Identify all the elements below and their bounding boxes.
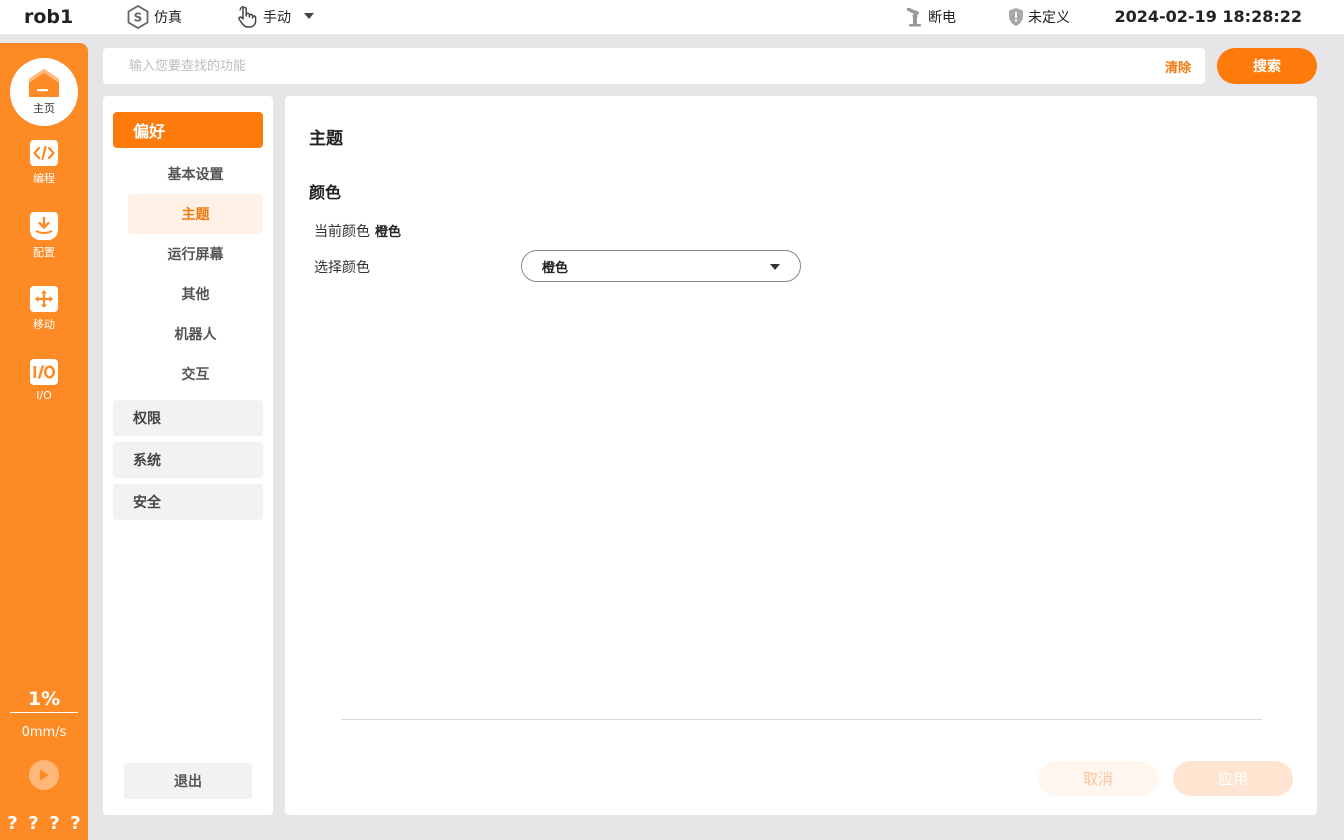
- caret-down-icon: [770, 264, 780, 270]
- settings-menu: 偏好 基本设置 主题 运行屏幕 其他 机器人 交互 权限 系统 安全 退出: [103, 96, 273, 815]
- hand-pointer-icon: [238, 5, 257, 28]
- cancel-button[interactable]: 取消: [1038, 761, 1158, 796]
- simulation-label: 仿真: [154, 10, 182, 26]
- current-color-label: 当前颜色: [314, 224, 370, 240]
- menu-item-interaction[interactable]: 交互: [128, 354, 263, 394]
- color-select-value: 橙色: [542, 260, 569, 276]
- search-box: 清除: [103, 48, 1205, 84]
- footer-divider: [341, 719, 1262, 720]
- io-icon: [30, 359, 58, 385]
- page-title: 主题: [309, 129, 343, 149]
- exit-button[interactable]: 退出: [124, 763, 252, 799]
- current-color-value: 橙色: [375, 225, 402, 240]
- robot-name: rob1: [24, 6, 74, 28]
- home-icon: [29, 69, 59, 97]
- search-input[interactable]: [103, 48, 1143, 84]
- section-title: 颜色: [309, 183, 342, 202]
- status-mark: ?: [70, 813, 81, 834]
- menu-group-permissions[interactable]: 权限: [113, 400, 263, 436]
- menu-item-basic-settings[interactable]: 基本设置: [128, 154, 263, 194]
- sidebar-item-programming[interactable]: 编程: [0, 140, 88, 186]
- sidebar-item-label: 配置: [33, 246, 55, 259]
- simulation-mode[interactable]: S 仿真: [126, 4, 182, 30]
- status-mark: ?: [7, 813, 18, 834]
- menu-item-robot[interactable]: 机器人: [128, 314, 263, 354]
- sidebar-item-configuration[interactable]: 配置: [0, 212, 88, 260]
- sidebar-item-move[interactable]: 移动: [0, 286, 88, 332]
- clear-button[interactable]: 清除: [1165, 57, 1191, 76]
- menu-item-other[interactable]: 其他: [128, 274, 263, 314]
- shield-icon: [1009, 8, 1023, 26]
- status-mark: ?: [49, 813, 60, 834]
- sidebar-item-io[interactable]: I/O: [0, 359, 88, 402]
- datetime: 2024-02-19 18:28:22: [1114, 7, 1302, 26]
- code-icon: [30, 140, 58, 166]
- speed-percent[interactable]: 1%: [0, 688, 88, 710]
- speed-value: 0mm/s: [21, 725, 67, 740]
- sidebar: 主页 编程 配置 移动 I/O 1% 0mm/s ? ? ? ?: [0, 43, 88, 840]
- sidebar-item-label: 移动: [33, 318, 55, 331]
- play-icon: [40, 769, 49, 781]
- sidebar-item-label: 主页: [33, 102, 55, 115]
- safety-status-label: 未定义: [1028, 10, 1070, 26]
- top-bar: rob1 S 仿真 手动 断电 未定义 2024-02-19 18:28:22: [0, 0, 1344, 34]
- chevron-down-icon: [304, 13, 314, 19]
- move-arrows-icon: [30, 286, 58, 312]
- select-color-label: 选择颜色: [314, 260, 370, 276]
- menu-item-theme[interactable]: 主题: [128, 194, 263, 234]
- search-button[interactable]: 搜索: [1217, 48, 1317, 84]
- menu-group-preferences[interactable]: 偏好: [113, 112, 263, 148]
- manual-label: 手动: [263, 10, 291, 26]
- config-download-icon: [30, 212, 58, 240]
- svg-text:S: S: [134, 11, 143, 25]
- safety-status: 未定义: [1008, 4, 1070, 30]
- simulation-icon: S: [127, 5, 149, 29]
- power-status: 断电: [906, 4, 956, 30]
- color-select[interactable]: 橙色: [521, 250, 801, 282]
- robot-arm-icon: [907, 8, 921, 27]
- manual-mode-dropdown[interactable]: 手动: [235, 4, 325, 30]
- sidebar-item-label: 编程: [33, 172, 55, 185]
- speed-divider: [10, 712, 78, 713]
- menu-group-security[interactable]: 安全: [113, 484, 263, 520]
- status-mark: ?: [28, 813, 39, 834]
- apply-button[interactable]: 应用: [1173, 761, 1293, 796]
- play-button[interactable]: [29, 760, 59, 790]
- sidebar-item-home[interactable]: 主页: [10, 58, 78, 126]
- sidebar-item-label: I/O: [36, 389, 52, 402]
- menu-group-system[interactable]: 系统: [113, 442, 263, 478]
- theme-panel: 主题 颜色 当前颜色 橙色 选择颜色 橙色 取消 应用: [285, 96, 1317, 815]
- status-marks: ? ? ? ?: [0, 813, 88, 834]
- power-status-label: 断电: [928, 10, 956, 26]
- menu-item-run-screen[interactable]: 运行屏幕: [128, 234, 263, 274]
